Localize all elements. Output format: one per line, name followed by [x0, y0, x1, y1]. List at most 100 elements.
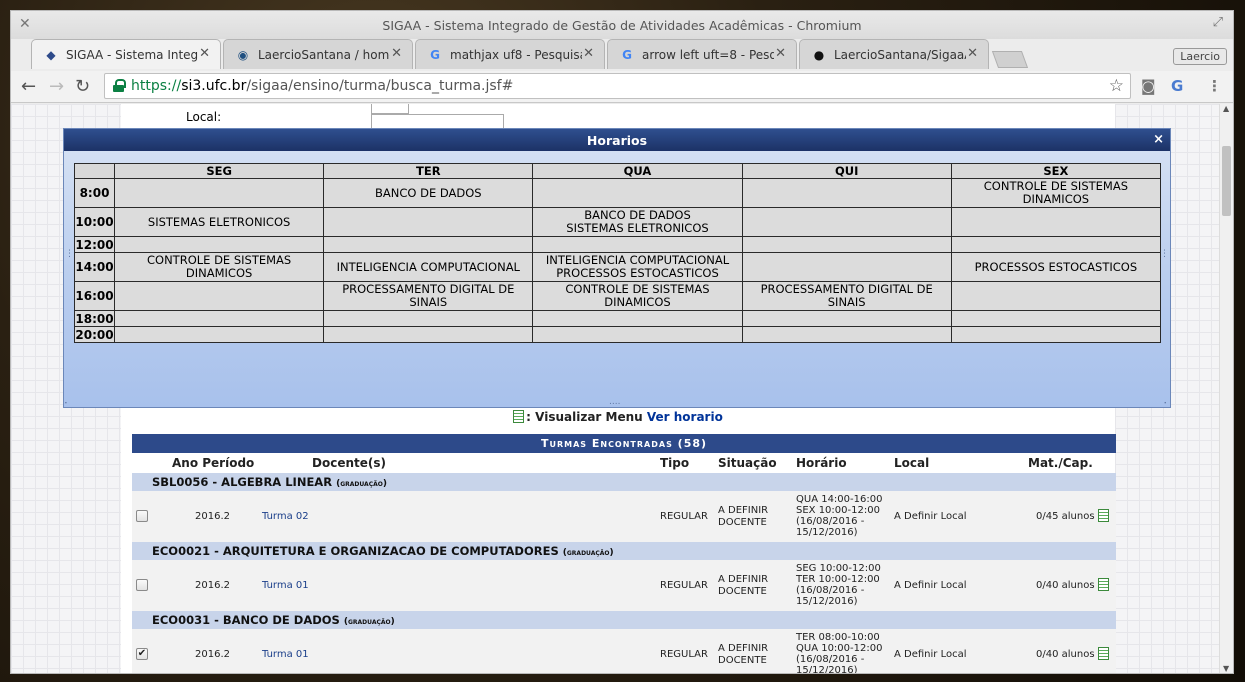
view-menu-icon[interactable]: [1098, 647, 1109, 660]
schedule-cell: [950, 236, 1162, 253]
situacao-line-1: A DEFINIR: [718, 574, 769, 585]
new-tab-button[interactable]: [991, 51, 1029, 68]
time-slot-label: 18:00: [73, 310, 116, 327]
schedule-cell: CONTROLE DE SISTEMAS DINAMICOS: [114, 252, 325, 282]
day-header: QUA: [532, 163, 743, 179]
schedule-cell: PROCESSAMENTO DIGITAL DE SINAIS: [741, 281, 952, 311]
col-docente: Docente(s): [312, 456, 386, 470]
schedule-cell: PROCESSOS ESTOCASTICOS: [950, 252, 1162, 282]
schedule-cell: INTELIGENCIA COMPUTACIONAL: [323, 252, 534, 282]
browser-toolbar: ← → ↻ https://si3.ufc.br/sigaa/ensino/tu…: [11, 71, 1233, 103]
resize-handle-bottom-left[interactable]: ⠄: [64, 397, 71, 407]
situacao-line-2: DOCENTE: [718, 586, 767, 597]
close-tab-icon[interactable]: ✕: [583, 46, 594, 61]
turma-link[interactable]: Turma 01: [262, 649, 309, 660]
col-situacao: Situação: [718, 456, 777, 470]
schedule-cell: [114, 310, 325, 327]
page-scrollbar[interactable]: ▲ ▼: [1219, 104, 1233, 673]
tab-bitbucket[interactable]: ◉ LaercioSantana / home – ✕: [223, 39, 413, 69]
resize-handle-left[interactable]: ⋮: [65, 249, 74, 259]
url-host: si3.ufc.br: [181, 78, 247, 94]
course-code-name: ECO0021 - ARQUITETURA E ORGANIZACAO DE C…: [152, 544, 559, 558]
select-checkbox[interactable]: ✔: [136, 648, 148, 660]
schedule-cell: [950, 281, 1162, 311]
select-checkbox[interactable]: [136, 510, 148, 522]
mat-cap: 0/45 alunos: [1036, 511, 1095, 522]
horario-line: TER 08:00-10:00: [796, 632, 880, 643]
col-ano-periodo: Ano Período: [172, 456, 255, 470]
schedule-cell: [532, 236, 743, 253]
camera-icon[interactable]: ◙: [1141, 77, 1156, 95]
github-favicon-icon: ●: [813, 48, 825, 62]
tab-google-arrow[interactable]: G arrow left uft=8 - Pesquis ✕: [607, 39, 797, 69]
local-label: Local:: [186, 110, 222, 124]
ver-horario-link[interactable]: Ver horario: [647, 410, 723, 424]
tab-label: arrow left uft=8 - Pesquis: [642, 48, 774, 62]
profile-button[interactable]: Laercio: [1173, 48, 1227, 65]
menu-kebab-icon[interactable]: ⋮: [1207, 77, 1222, 95]
scroll-up-icon[interactable]: ▲: [1223, 104, 1229, 113]
tab-sigaa[interactable]: ◆ SIGAA - Sistema Integrado ✕: [31, 39, 221, 69]
resize-handle-right[interactable]: ⋮: [1160, 249, 1169, 259]
col-tipo: Tipo: [660, 456, 690, 470]
translate-icon[interactable]: G: [1171, 77, 1183, 95]
resize-handle-bottom[interactable]: ....: [609, 397, 620, 407]
document-icon: [513, 410, 525, 423]
turma-link[interactable]: Turma 01: [262, 580, 309, 591]
course-level: (graduação): [562, 548, 614, 558]
local: A Definir Local: [894, 580, 967, 591]
scrollbar-thumb[interactable]: [1222, 146, 1231, 216]
address-bar[interactable]: https://si3.ufc.br/sigaa/ensino/turma/bu…: [104, 73, 1131, 99]
close-tab-icon[interactable]: ✕: [967, 46, 978, 61]
horario-line: 15/12/2016): [796, 527, 858, 538]
back-arrow-icon[interactable]: ←: [21, 76, 36, 97]
title-bar: ✕ SIGAA - Sistema Integrado de Gestão de…: [11, 11, 1233, 39]
close-tab-icon[interactable]: ✕: [391, 46, 402, 61]
situacao-line-1: A DEFINIR: [718, 505, 769, 516]
horario-line: (16/08/2016 -: [796, 516, 865, 527]
view-menu-icon[interactable]: [1098, 578, 1109, 591]
mat-cap: 0/40 alunos: [1036, 580, 1095, 591]
view-menu-icon[interactable]: [1098, 509, 1109, 522]
resize-handle-bottom-right[interactable]: ⠄: [1163, 397, 1170, 407]
results-table: Turmas Encontradas (58) Ano Período Doce…: [132, 434, 1116, 673]
horario-line: 15/12/2016): [796, 596, 858, 607]
tab-google-mathjax[interactable]: G mathjax uf8 - Pesquisa G ✕: [415, 39, 605, 69]
schedule-cell: [114, 236, 325, 253]
reload-icon[interactable]: ↻: [75, 76, 90, 97]
schedule-cell: [741, 178, 952, 208]
forward-arrow-icon[interactable]: →: [49, 76, 64, 97]
ano-periodo: 2016.2: [195, 580, 230, 591]
scroll-down-icon[interactable]: ▼: [1223, 664, 1229, 673]
tab-github[interactable]: ● LaercioSantana/SigaaAdd ✕: [799, 39, 989, 69]
tab-label: LaercioSantana / home –: [258, 48, 390, 62]
hidden-field[interactable]: [371, 104, 409, 114]
close-tab-icon[interactable]: ✕: [775, 46, 786, 61]
close-tab-icon[interactable]: ✕: [199, 46, 210, 61]
url-scheme: https://: [131, 78, 182, 94]
bookmark-star-icon[interactable]: ☆: [1109, 76, 1124, 96]
tab-label: SIGAA - Sistema Integrado: [66, 48, 198, 62]
select-checkbox[interactable]: [136, 579, 148, 591]
grid-corner: [73, 163, 116, 179]
course-title: SBL0056 - ALGEBRA LINEAR (graduação): [132, 473, 1116, 491]
course-list: SBL0056 - ALGEBRA LINEAR (graduação) 2016…: [132, 473, 1116, 673]
course-level: (graduação): [336, 479, 387, 489]
window-maximize-icon[interactable]: ⤢: [1213, 15, 1223, 30]
course-title: ECO0021 - ARQUITETURA E ORGANIZACAO DE C…: [132, 542, 1116, 560]
schedule-cell: [741, 207, 952, 237]
horario-line: SEX 10:00-12:00: [796, 505, 880, 516]
schedule-cell: BANCO DE DADOS SISTEMAS ELETRONICOS: [532, 207, 743, 237]
local-input[interactable]: [371, 114, 504, 128]
course-group: ECO0031 - BANCO DE DADOS (graduação) ✔ 201…: [132, 611, 1116, 673]
modal-close-icon[interactable]: ×: [1153, 132, 1164, 147]
schedule-cell: [532, 310, 743, 327]
turma-link[interactable]: Turma 02: [262, 511, 309, 522]
schedule-cell: [532, 178, 743, 208]
horarios-modal: Horarios × SEG TER QUA QUI SEX 8:00 BANCO…: [63, 128, 1171, 408]
tipo: REGULAR: [660, 649, 708, 660]
col-local: Local: [894, 456, 930, 470]
mat-cap: 0/40 alunos: [1036, 649, 1095, 660]
local: A Definir Local: [894, 649, 967, 660]
schedule-cell: [741, 252, 952, 282]
